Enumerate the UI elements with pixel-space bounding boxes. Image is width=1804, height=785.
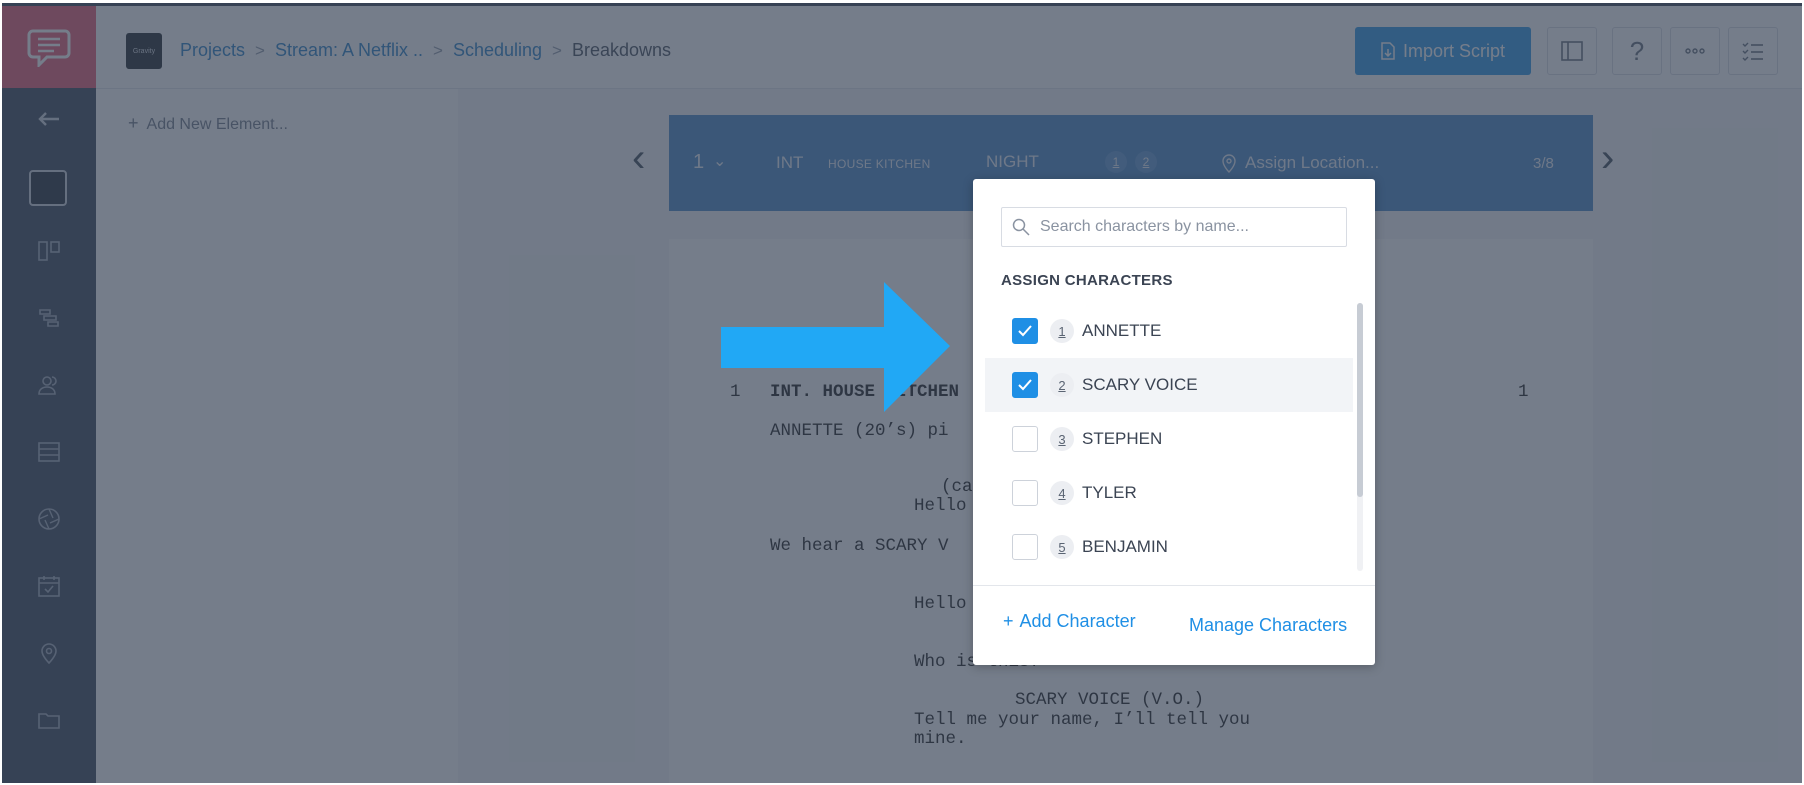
character-name: TYLER	[1082, 483, 1137, 502]
character-number: 1	[1050, 319, 1074, 343]
back-arrow-icon[interactable]	[30, 100, 68, 138]
more-icon	[1685, 48, 1705, 54]
character-name: BENJAMIN	[1082, 537, 1168, 556]
checkbox-unchecked[interactable]	[1012, 480, 1038, 506]
elements-panel: + Add New Element...	[96, 89, 458, 783]
prev-scene-arrow-icon[interactable]: ‹	[632, 138, 656, 178]
character-name: STEPHEN	[1082, 429, 1163, 448]
character-number: 4	[1050, 481, 1074, 505]
character-number: 3	[1050, 427, 1074, 451]
folder-icon[interactable]	[30, 701, 68, 739]
script-action[interactable]: We hear a SCARY V	[770, 536, 949, 556]
assign-characters-popup: ASSIGN CHARACTERS 1 ANNETTE 2 SCARY VOIC…	[973, 179, 1375, 665]
next-scene-arrow-icon[interactable]: ›	[1601, 138, 1625, 178]
location-pin-icon[interactable]	[30, 634, 68, 672]
top-header: Gravity Projects > Stream: A Netflix .. …	[96, 6, 1802, 89]
checklist-button[interactable]	[1728, 27, 1778, 75]
icon-rail	[2, 3, 96, 783]
breadcrumb: Projects > Stream: A Netflix .. > Schedu…	[180, 40, 671, 61]
location-pin-icon	[1222, 154, 1236, 173]
cast-id-badge[interactable]: 2	[1135, 151, 1157, 173]
plus-icon: +	[128, 113, 139, 133]
script-dialogue[interactable]: mine.	[914, 729, 967, 749]
character-name: SCARY VOICE	[1082, 375, 1198, 394]
import-file-icon	[1381, 42, 1395, 60]
script-character[interactable]: SCARY VOICE (V.O.)	[1015, 690, 1204, 710]
breadcrumb-projects[interactable]: Projects	[180, 40, 245, 61]
scene-number-right: 1	[1518, 382, 1529, 402]
import-script-button[interactable]: Import Script	[1355, 27, 1531, 75]
more-button[interactable]	[1670, 27, 1720, 75]
character-number: 5	[1050, 535, 1074, 559]
script-dialogue[interactable]: Hello	[914, 594, 967, 614]
character-list-scroll-thumb[interactable]	[1357, 303, 1363, 497]
chevron-right-icon: >	[552, 40, 562, 60]
breakdown-list-icon[interactable]	[30, 433, 68, 471]
page-count: 3/8	[1533, 155, 1554, 172]
calendar-icon[interactable]	[30, 567, 68, 605]
list-item[interactable]: 3 STEPHEN	[985, 412, 1353, 466]
check-icon	[1018, 379, 1032, 391]
breadcrumb-project[interactable]: Stream: A Netflix ..	[275, 40, 423, 61]
panel-toggle-button[interactable]	[1547, 27, 1597, 75]
help-button[interactable]: ?	[1612, 27, 1662, 75]
assign-location[interactable]: Assign Location...	[1221, 153, 1379, 173]
cast-icon[interactable]	[30, 366, 68, 404]
assign-location-label: Assign Location...	[1245, 153, 1380, 172]
character-name: ANNETTE	[1082, 321, 1162, 340]
checkbox-checked[interactable]	[1012, 372, 1038, 398]
script-action[interactable]: ANNETTE (20’s) pi	[770, 421, 949, 441]
checkbox-checked[interactable]	[1012, 318, 1038, 344]
checkbox-unchecked[interactable]	[1012, 534, 1038, 560]
manage-characters-link[interactable]: Manage Characters	[1189, 615, 1347, 636]
assign-characters-heading: ASSIGN CHARACTERS	[1001, 272, 1173, 289]
app-window: Gravity Projects > Stream: A Netflix .. …	[2, 3, 1802, 783]
board-icon[interactable]	[30, 232, 68, 270]
project-thumbnail[interactable]	[29, 170, 67, 206]
popup-divider	[973, 585, 1375, 586]
panel-toggle-icon	[1561, 41, 1583, 61]
int-ext[interactable]: INT	[776, 153, 803, 173]
plus-icon: +	[1003, 611, 1014, 631]
project-logo[interactable]: Gravity	[126, 33, 162, 69]
add-new-element-button[interactable]: + Add New Element...	[128, 113, 288, 134]
list-item[interactable]: 2 SCARY VOICE	[985, 358, 1353, 412]
aperture-icon[interactable]	[30, 500, 68, 538]
breadcrumb-scheduling[interactable]: Scheduling	[453, 40, 542, 61]
time-of-day[interactable]: NIGHT	[986, 152, 1039, 172]
checklist-icon	[1742, 42, 1763, 61]
scene-set[interactable]: HOUSE KITCHEN	[828, 157, 931, 171]
add-character-label: Add Character	[1019, 611, 1136, 631]
chat-bubble-logo-icon	[27, 29, 71, 67]
search-icon	[1012, 218, 1030, 236]
annotation-arrow-icon	[721, 282, 950, 412]
stripboard-icon[interactable]	[30, 299, 68, 337]
app-logo[interactable]	[2, 6, 96, 88]
add-new-element-label: Add New Element...	[146, 116, 288, 133]
character-search-input[interactable]	[1038, 217, 1332, 237]
script-dialogue[interactable]: Tell me your name, I’ll tell you	[914, 710, 1250, 730]
project-logo-text: Gravity	[132, 47, 156, 55]
breadcrumb-current: Breakdowns	[571, 40, 672, 60]
add-character-button[interactable]: + Add Character	[1003, 611, 1136, 632]
chevron-down-icon[interactable]: ⌄	[713, 151, 726, 171]
character-number: 2	[1050, 373, 1074, 397]
import-script-label: Import Script	[1402, 40, 1506, 61]
checkbox-unchecked[interactable]	[1012, 426, 1038, 452]
character-search	[1001, 207, 1347, 247]
script-dialogue[interactable]: Hello	[914, 496, 967, 516]
cast-id-badge[interactable]: 1	[1105, 151, 1127, 173]
check-icon	[1018, 325, 1032, 337]
character-list: 1 ANNETTE 2 SCARY VOICE 3 STEPHEN 4 TYLE…	[985, 304, 1353, 574]
list-item[interactable]: 1 ANNETTE	[985, 304, 1353, 358]
help-icon: ?	[1629, 35, 1645, 66]
list-item[interactable]: 5 BENJAMIN	[985, 520, 1353, 574]
list-item[interactable]: 4 TYLER	[985, 466, 1353, 520]
scene-number-dropdown[interactable]: 1	[693, 151, 704, 174]
chevron-right-icon: >	[255, 40, 265, 60]
script-parenthetical[interactable]: (ca	[941, 477, 973, 497]
chevron-right-icon: >	[433, 40, 443, 60]
